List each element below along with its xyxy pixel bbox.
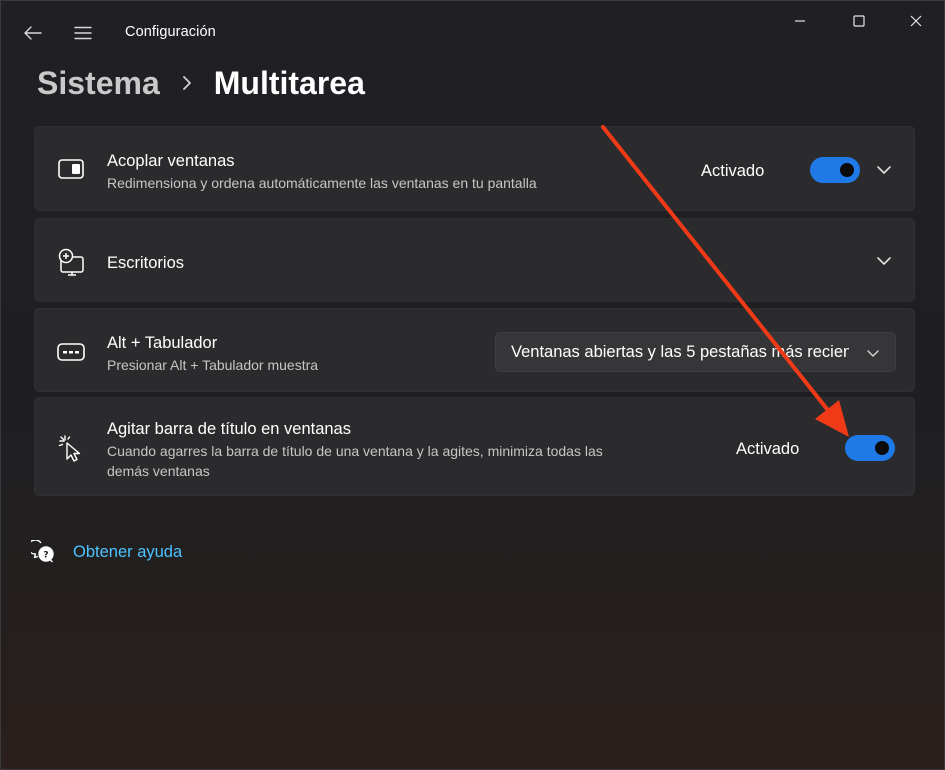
setting-desktops[interactable]: Escritorios (34, 218, 915, 302)
setting-description: Presionar Alt + Tabulador muestra (107, 357, 319, 373)
alt-tab-icon (57, 338, 85, 366)
chevron-down-icon (867, 345, 879, 363)
toggle-knob (840, 163, 854, 177)
maximize-button[interactable] (836, 7, 882, 35)
toggle-state-label: Activado (701, 162, 765, 180)
svg-text:?: ? (43, 551, 48, 561)
setting-description-line-2: demás ventanas (107, 463, 210, 479)
help-chat-icon: ? (31, 540, 55, 564)
toggle-knob (875, 441, 889, 455)
minimize-icon (795, 20, 805, 22)
setting-description: Redimensiona y ordena automáticamente la… (107, 175, 537, 191)
shake-cursor-icon (57, 434, 85, 462)
help-link-label: Obtener ayuda (73, 542, 183, 561)
arrow-left-icon (24, 26, 42, 40)
alt-tab-dropdown[interactable]: Ventanas abiertas y las 5 pestañas más r… (495, 332, 896, 372)
settings-window: Configuración Sistema Multitarea Acoplar… (0, 0, 945, 770)
dropdown-selected-value: Ventanas abiertas y las 5 pestañas más r… (511, 343, 849, 361)
breadcrumb-parent[interactable]: Sistema (37, 65, 160, 102)
maximize-icon (853, 15, 865, 27)
setting-title: Acoplar ventanas (107, 152, 235, 170)
setting-alt-tab: Alt + Tabulador Presionar Alt + Tabulado… (34, 308, 915, 392)
page-title: Multitarea (213, 64, 365, 101)
chevron-down-icon[interactable] (873, 250, 895, 272)
back-button[interactable] (17, 19, 49, 47)
setting-title-bar-shake: Agitar barra de título en ventanas Cuand… (34, 397, 915, 496)
title-bar-shake-toggle[interactable] (845, 435, 895, 461)
minimize-button[interactable] (777, 7, 823, 35)
desktops-icon (57, 248, 85, 276)
setting-snap-windows[interactable]: Acoplar ventanas Redimensiona y ordena a… (34, 126, 915, 211)
breadcrumb: Sistema Multitarea (37, 59, 365, 107)
setting-description-line-1: Cuando agarres la barra de título de una… (107, 443, 603, 459)
close-icon (910, 15, 922, 27)
navigation-menu-button[interactable] (67, 19, 99, 47)
hamburger-menu-icon (74, 26, 92, 40)
snap-windows-toggle[interactable] (810, 157, 860, 183)
setting-title: Escritorios (107, 254, 185, 272)
setting-title: Agitar barra de título en ventanas (107, 420, 351, 438)
chevron-right-icon (182, 76, 192, 90)
close-button[interactable] (893, 7, 939, 35)
title-bar: Configuración (1, 1, 944, 61)
chevron-down-icon[interactable] (873, 159, 895, 181)
snap-windows-icon (57, 155, 85, 183)
app-title: Configuración (125, 24, 216, 40)
get-help-link[interactable]: ? Obtener ayuda (31, 537, 182, 567)
toggle-state-label: Activado (736, 440, 800, 458)
setting-title: Alt + Tabulador (107, 334, 218, 352)
